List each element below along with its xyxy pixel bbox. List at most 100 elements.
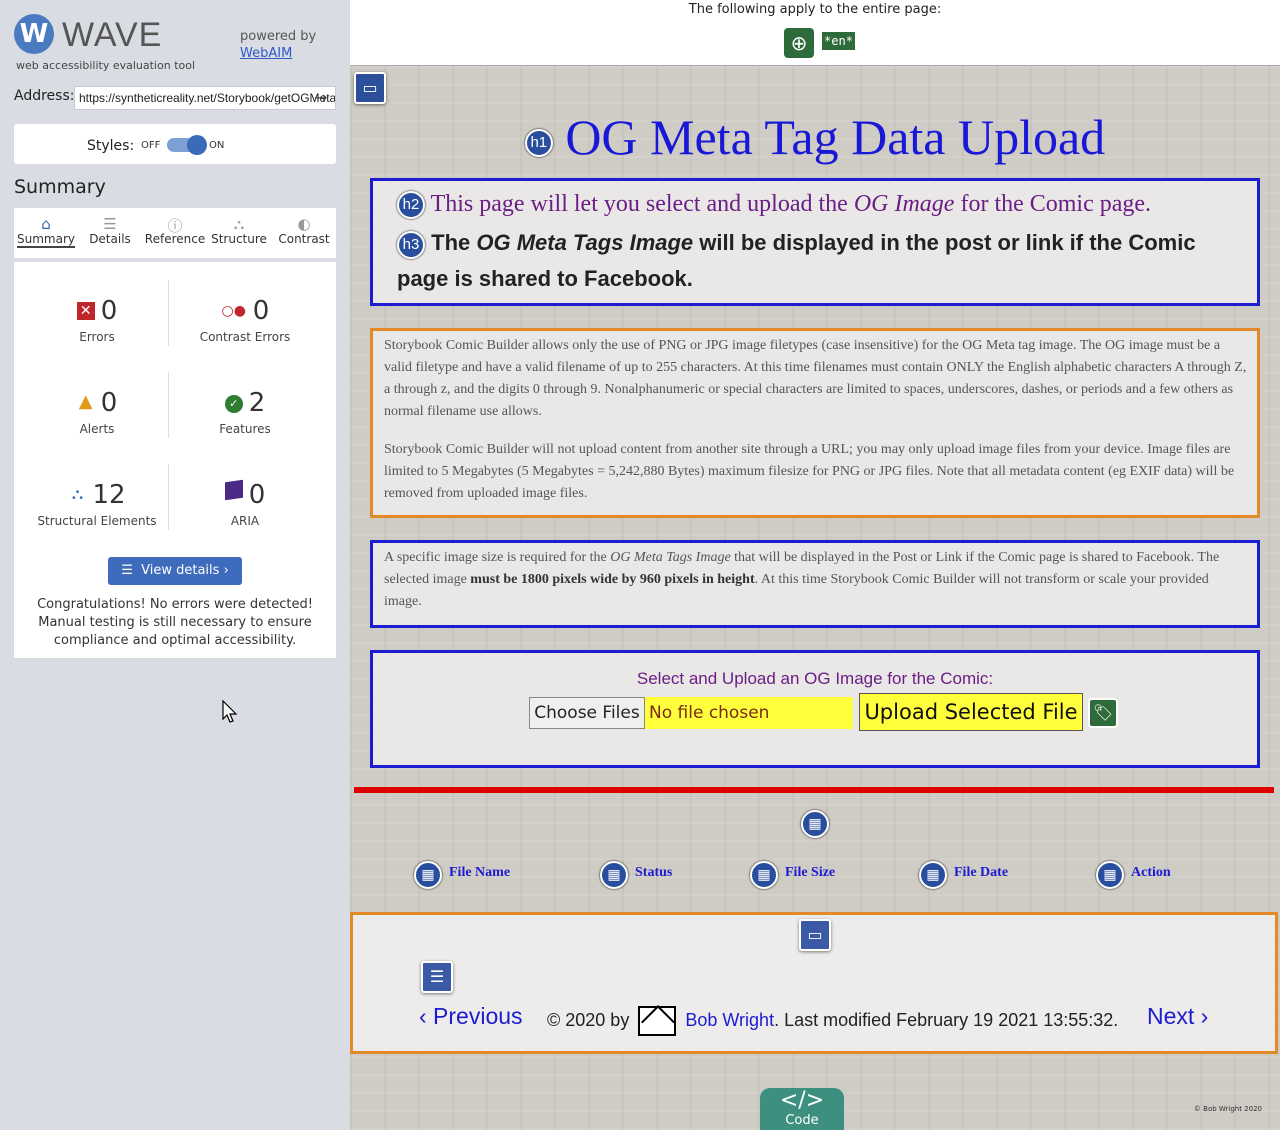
webaim-link[interactable]: WebAIM [240,45,316,62]
contrast-label: Contrast Errors [199,330,291,344]
address-input[interactable]: https://syntheticreality.net/Storybook/g… [74,86,336,110]
code-button[interactable]: </> Code [760,1088,844,1130]
tab-label: Reference [144,232,206,246]
header-region-icon[interactable]: ▭ [354,72,386,104]
footer-region-icon[interactable]: ▭ [799,919,831,951]
page-heading-h1: h1 OG Meta Tag Data Upload [350,108,1280,166]
table-header-icon[interactable]: ▦ [919,861,947,889]
stat-alerts[interactable]: ▲ 0 Alerts [22,388,172,436]
contrast-error-icon: ○● [221,303,246,319]
alerts-count: 0 [100,388,118,418]
address-label: Address: [14,88,75,104]
table-header-icon[interactable]: ▦ [414,861,442,889]
h3-text-pre: The [431,230,477,256]
code-label: Code [785,1113,819,1128]
tiny-credit: © Bob Wright 2020 [1193,1105,1262,1113]
h3-heading: h3 The OG Meta Tags Image will be displa… [373,219,1257,303]
styles-toggle-box: Styles: OFF ON [14,124,336,164]
table-header-icon[interactable]: ▦ [750,861,778,889]
red-divider [354,787,1274,793]
errors-label: Errors [79,330,115,344]
h1-badge-icon[interactable]: h1 [524,128,553,157]
column-header-file-size: File Size [785,865,836,880]
view-details-button[interactable]: ☰ View details › [108,557,242,585]
table-header-icon[interactable]: ▦ [600,861,628,889]
h3-badge-icon[interactable]: h3 [397,230,425,259]
structure-icon: ⛬ [71,484,84,503]
column-header-status: Status [635,865,673,880]
styles-on-label: ON [209,140,225,151]
features-label: Features [219,422,271,436]
column-header-action: Action [1131,865,1171,880]
home-icon: ⌂ [41,215,51,233]
structural-count: 12 [92,480,126,510]
wave-tagline: web accessibility evaluation tool [16,59,196,72]
page-content: The following apply to the entire page: … [350,0,1280,1130]
stat-features[interactable]: ✓ 2 Features [170,388,320,436]
upload-selected-file-button[interactable]: Upload Selected File [859,693,1083,731]
stat-aria[interactable]: 0 ARIA [170,479,320,528]
wave-logo-name: WAVE [62,16,163,54]
tab-label: Summary [17,232,75,248]
errors-count: 0 [100,296,118,326]
list-icon: ☰ [103,215,117,233]
filesize-paragraph: Storybook Comic Builder will not upload … [384,442,1235,501]
tab-contrast[interactable]: ◐ Contrast [272,208,336,258]
structure-icon: ⛬ [233,215,245,233]
previous-link[interactable]: ‹ Previous [419,1003,523,1030]
para3-bold: must be 1800 pixels wide by 960 pixels i… [470,572,755,587]
tab-reference[interactable]: ⓘ Reference [143,208,207,258]
envelope-icon[interactable] [638,1006,677,1036]
next-link[interactable]: Next › [1147,1003,1208,1030]
page-wide-notice-bar: The following apply to the entire page: … [350,0,1280,66]
stat-contrast-errors[interactable]: ○● 0 Contrast Errors [170,296,320,344]
error-icon: ✕ [76,302,95,320]
upload-title: Select and Upload an OG Image for the Co… [636,669,994,688]
tag-icon[interactable]: 🏷 [1088,698,1118,728]
mouse-cursor-icon [222,700,238,723]
tab-summary[interactable]: ⌂ Summary [14,208,78,258]
language-badge[interactable]: *en* [822,32,855,50]
image-size-info-box: A specific image size is required for th… [370,540,1260,628]
stat-structural[interactable]: ⛬ 12 Structural Elements [22,480,172,528]
stat-errors[interactable]: ✕ 0 Errors [22,296,172,344]
info-icon: ⓘ [167,217,183,235]
aria-label: ARIA [230,514,260,528]
copyright-line: © 2020 by Bob Wright. Last modified Febr… [547,1006,1118,1036]
alerts-label: Alerts [79,422,115,436]
list-icon: ☰ [121,563,142,578]
arrow-right-icon[interactable]: → [314,88,327,107]
copyright-text: © 2020 by [547,1009,630,1030]
powered-by: powered by WebAIM [240,28,316,62]
aria-cube-icon [224,479,243,501]
styles-off-label: OFF [141,140,161,151]
wave-logo-icon: W [14,14,54,54]
contrast-count: 0 [252,296,270,326]
h1-text: OG Meta Tag Data Upload [565,109,1106,165]
para3-pre: A specific image size is required for th… [384,550,611,565]
tab-details[interactable]: ☰ Details [78,208,142,258]
wave-tabs: ⌂ Summary ☰ Details ⓘ Reference ⛬ Struct… [14,208,336,258]
nav-region-icon[interactable]: ☰ [421,961,453,993]
column-header-file-date: File Date [954,865,1009,880]
choose-files-button[interactable]: Choose Files [529,697,645,729]
last-modified-text: . Last modified February 19 2021 13:55:3… [774,1009,1119,1030]
image-size-paragraph: A specific image size is required for th… [373,543,1257,613]
tab-structure[interactable]: ⛬ Structure [207,208,271,258]
language-globe-icon[interactable]: ⊕ [784,28,814,58]
h3-text-em: OG Meta Tags Image [476,230,694,256]
h2-badge-icon[interactable]: h2 [397,191,425,220]
table-icon[interactable]: ▦ [801,810,829,838]
h2-heading: h2 This page will let you select and upl… [373,181,1257,220]
styles-toggle[interactable] [167,135,207,155]
wave-logo[interactable]: W WAVE web accessibility evaluation tool [14,12,214,72]
file-status-text: No file chosen [645,697,853,729]
author-link[interactable]: Bob Wright [685,1010,774,1030]
para3-em: OG Meta Tags Image [610,550,731,565]
tab-label: Structure [211,232,267,246]
feature-check-icon: ✓ [224,395,243,413]
tab-label: Contrast [278,232,330,246]
summary-heading: Summary [14,176,106,198]
table-header-icon[interactable]: ▦ [1096,861,1124,889]
h2-text-post: for the Comic page. [954,191,1152,217]
